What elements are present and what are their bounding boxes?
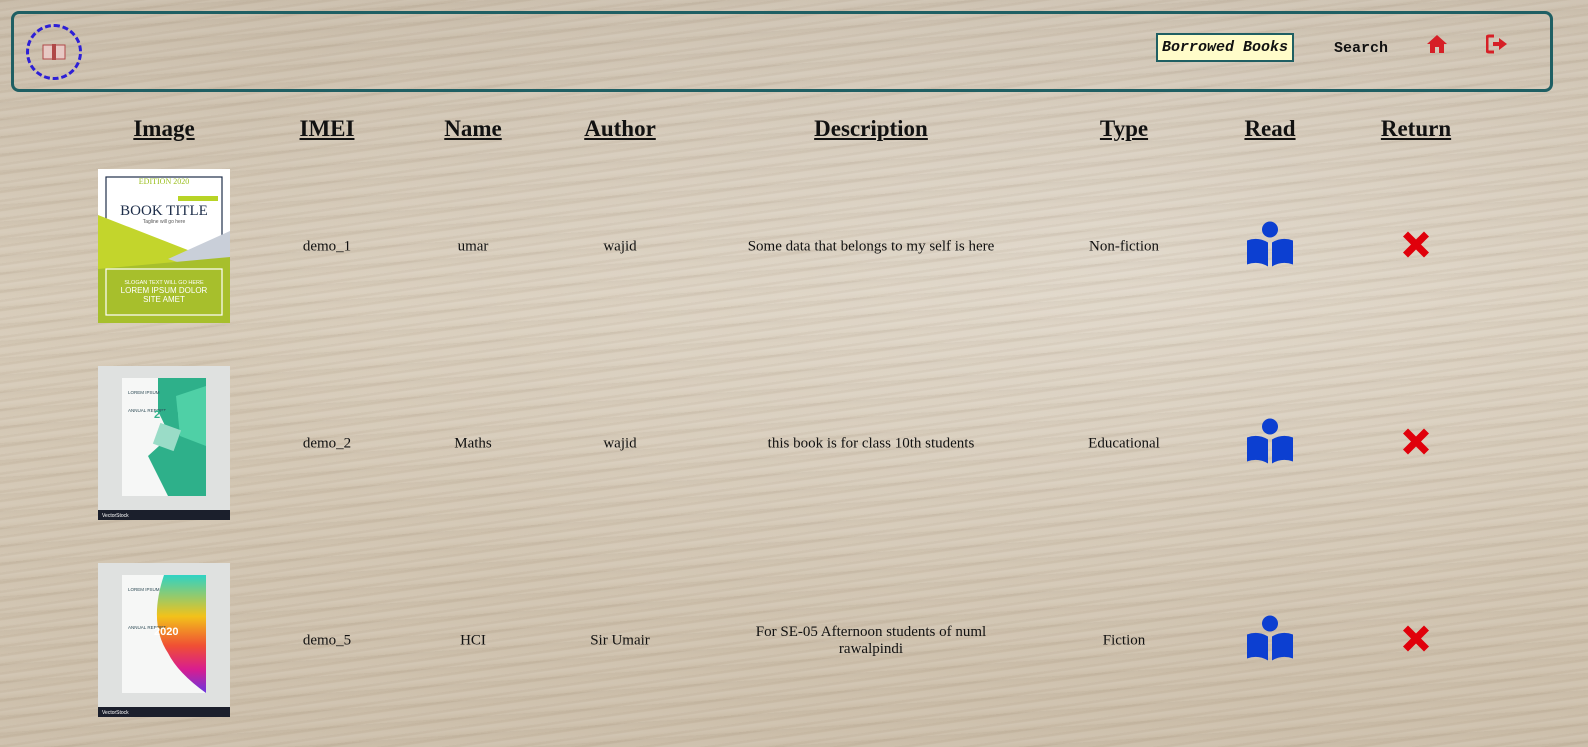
book-cover-image: LOREM IPSUM ANNUAL REPORT 2020 VectorSto… [98,366,230,520]
home-icon[interactable] [1426,34,1448,56]
cell-name: Maths [454,435,492,452]
cover-year: 2020 [154,409,178,421]
cover-year: 2020 [154,626,178,638]
book-logo-icon [42,44,66,60]
cover-edition: EDITION 2020 [139,177,189,186]
cell-author: wajid [603,238,637,255]
cell-description: For SE-05 Afternoon students of numl raw… [755,624,987,657]
header-description: Description [814,116,928,141]
cell-author: wajid [603,435,637,452]
cell-imei: demo_1 [302,238,352,255]
table-row: LOREM IPSUM ANNUAL REPORT 2020 VectorSto… [0,366,1588,522]
return-x-icon[interactable] [1399,228,1433,267]
header-imei: IMEI [299,116,355,141]
cell-author: Sir Umair [590,632,650,649]
book-reader-icon[interactable] [1245,615,1295,668]
sign-out-icon[interactable] [1486,34,1508,56]
cell-type: Fiction [1102,632,1146,649]
cell-type: Educational [1088,435,1160,452]
book-reader-icon[interactable] [1245,418,1295,471]
return-x-icon[interactable] [1399,622,1433,661]
book-cover-image: EDITION 2020 BOOK TITLE Tagline will go … [98,169,230,323]
header-author: Author [584,116,656,141]
cover-tagline: Tagline will go here [143,219,186,225]
table-row: EDITION 2020 BOOK TITLE Tagline will go … [0,169,1588,325]
cell-imei: demo_5 [302,632,352,649]
header-name: Name [444,116,502,141]
cell-imei: demo_2 [302,435,352,452]
header-image: Image [133,116,195,141]
cell-type: Non-fiction [1089,238,1159,255]
cover-name: LOREM IPSUM [128,587,160,592]
cover-body: LOREM IPSUM DOLOR SITE AMET [120,286,208,304]
cell-description: this book is for class 10th students [767,435,975,452]
return-x-icon[interactable] [1399,425,1433,464]
table-row: LOREM IPSUM ANNUAL REPORT 2020 VectorSto… [0,563,1588,719]
cell-name: HCI [460,632,486,649]
header-return: Return [1380,116,1452,141]
cell-name: umar [457,238,489,255]
header-read: Read [1244,116,1296,141]
logo[interactable] [26,24,82,80]
book-reader-icon[interactable] [1245,221,1295,274]
header-type: Type [1099,116,1149,141]
cover-name: LOREM IPSUM [128,390,160,395]
cover-brand: VectorStock [102,710,129,716]
cover-brand: VectorStock [102,513,129,519]
top-navbar: Borrowed Books Search [11,11,1553,92]
search-link[interactable]: Search [1334,40,1388,57]
borrowed-books-button[interactable]: Borrowed Books [1155,33,1294,62]
cover-title: BOOK TITLE [120,203,208,219]
cell-description: Some data that belongs to my self is her… [747,238,995,255]
book-cover-image: LOREM IPSUM ANNUAL REPORT 2020 VectorSto… [98,563,230,717]
table-header: Image IMEI Name Author Description Type … [0,116,1588,146]
